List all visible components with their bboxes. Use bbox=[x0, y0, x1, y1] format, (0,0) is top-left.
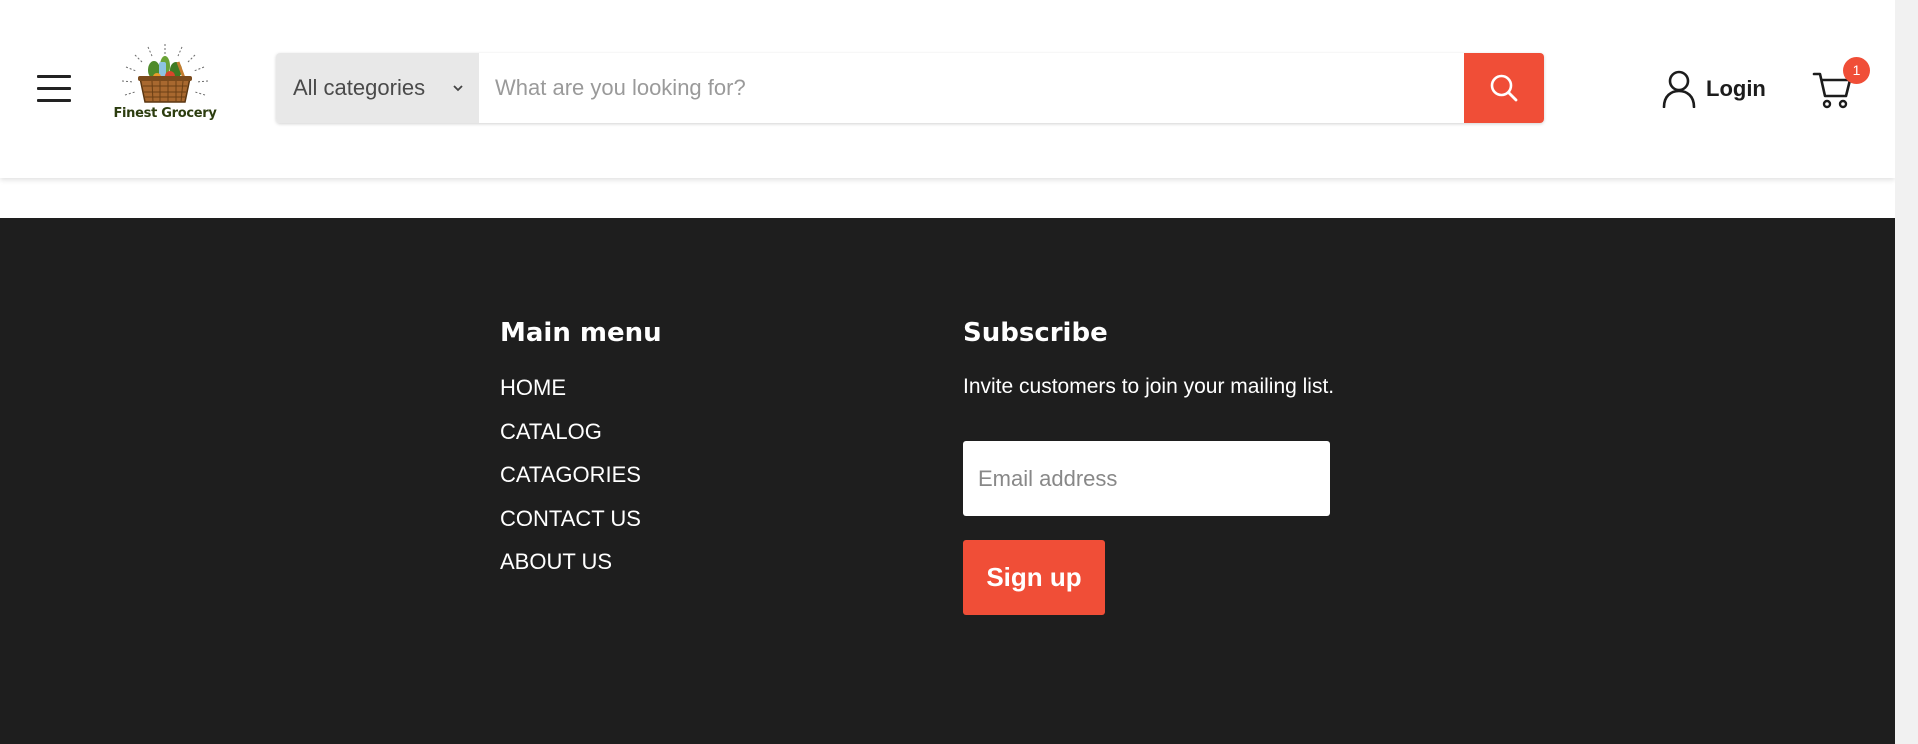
logo-text: Finest Grocery bbox=[113, 106, 217, 121]
page: Finest Grocery All categories What are y… bbox=[0, 0, 1895, 744]
subscribe-title: Subscribe bbox=[963, 318, 1108, 348]
menu-item-home[interactable]: HOME bbox=[500, 374, 641, 418]
page-scrollbar[interactable] bbox=[1895, 0, 1918, 744]
menu-item-about-us[interactable]: ABOUT US bbox=[500, 548, 641, 592]
menu-item-catagories[interactable]: CATAGORIES bbox=[500, 461, 641, 505]
hamburger-menu-icon[interactable] bbox=[37, 75, 71, 103]
main-menu-list: HOME CATALOG CATAGORIES CONTACT US ABOUT… bbox=[500, 374, 641, 592]
footer-subscribe: Subscribe Invite customers to join your … bbox=[963, 318, 1334, 615]
user-icon bbox=[1662, 70, 1696, 108]
category-select-value: All categories bbox=[293, 75, 426, 100]
search-icon bbox=[1490, 74, 1518, 102]
footer-main-menu: Main menu HOME CATALOG CATAGORIES CONTAC… bbox=[500, 318, 662, 574]
subscribe-text: Invite customers to join your mailing li… bbox=[963, 375, 1335, 398]
search-button[interactable] bbox=[1464, 53, 1544, 123]
search-input[interactable] bbox=[479, 53, 1464, 123]
grocery-basket-logo bbox=[121, 44, 209, 103]
chevron-down-icon bbox=[453, 85, 463, 92]
category-select[interactable]: All categories bbox=[276, 53, 479, 123]
cart-count-badge: 1 bbox=[1843, 57, 1870, 84]
site-footer: Main menu HOME CATALOG CATAGORIES CONTAC… bbox=[0, 218, 1895, 744]
menu-item-contact-us[interactable]: CONTACT US bbox=[500, 505, 641, 549]
site-logo[interactable]: Finest Grocery bbox=[108, 40, 222, 130]
main-menu-title: Main menu bbox=[500, 318, 662, 348]
menu-item-catalog[interactable]: CATALOG bbox=[500, 418, 641, 462]
search-bar: All categories bbox=[276, 53, 1544, 123]
email-field[interactable] bbox=[963, 441, 1330, 516]
signup-button[interactable]: Sign up bbox=[963, 540, 1105, 615]
site-header: Finest Grocery All categories What are y… bbox=[0, 0, 1895, 178]
login-label: Login bbox=[1706, 76, 1766, 101]
